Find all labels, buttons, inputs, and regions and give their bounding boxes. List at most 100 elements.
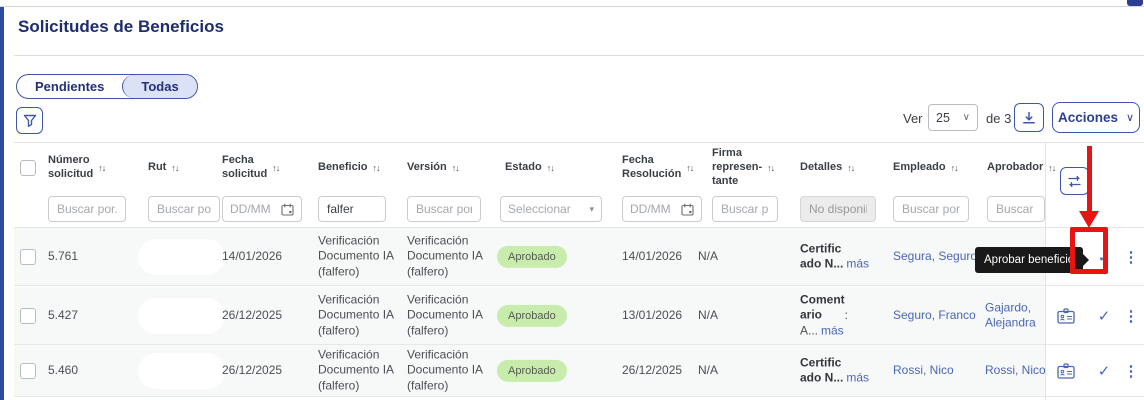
sort-icon[interactable]: ↑↓ xyxy=(98,163,105,173)
filter-estado: Seleccionar ▾ xyxy=(500,196,602,222)
cell-fecha-resolucion: 26/12/2025 xyxy=(622,363,682,379)
filter-numero xyxy=(48,196,126,222)
cell-estado: Aprobado xyxy=(497,359,567,381)
cell-aprobador-link[interactable]: Gajardo, Alejandra xyxy=(985,300,1047,331)
column-header-estado[interactable]: Estado ↑↓ xyxy=(505,146,585,190)
sort-icon[interactable]: ↑↓ xyxy=(452,163,459,173)
annotation-arrow-line xyxy=(1087,146,1092,212)
cell-fecha-solicitud: 14/01/2026 xyxy=(222,249,282,265)
sort-icon[interactable]: ↑↓ xyxy=(686,163,693,173)
cell-beneficio: Verificación Documento IA (falfero) xyxy=(318,292,404,339)
kebab-menu-icon[interactable]: ⋮ xyxy=(1125,307,1137,325)
cell-firma: N/A xyxy=(698,249,718,265)
download-button[interactable] xyxy=(1014,103,1044,132)
column-header-beneficio[interactable]: Beneficio ↑↓ xyxy=(318,146,402,190)
status-badge: Aprobado xyxy=(497,359,567,381)
column-header-fecha-solicitud[interactable]: Fecha solicitud ↑↓ xyxy=(222,146,310,190)
filter-firma-input[interactable] xyxy=(712,196,778,222)
sort-icon[interactable]: ↑↓ xyxy=(547,163,554,173)
approve-check-icon[interactable]: ✓ xyxy=(1095,362,1113,380)
column-header-aprobador[interactable]: Aprobador ↑↓ xyxy=(987,146,1062,190)
filter-numero-input[interactable] xyxy=(48,196,126,222)
cell-numero: 5.761 xyxy=(48,249,78,265)
sort-icon[interactable]: ↑↓ xyxy=(373,163,380,173)
filter-aprobador-input[interactable] xyxy=(987,196,1045,222)
filter-rut-input[interactable] xyxy=(148,196,220,222)
status-tab-group: Pendientes Todas xyxy=(16,74,198,99)
funnel-icon xyxy=(23,114,37,128)
cell-empleado-link[interactable]: Rossi, Nico xyxy=(893,363,954,379)
filter-fecha-solicitud-input[interactable]: DD/MM xyxy=(222,196,302,222)
sort-icon[interactable]: ↑↓ xyxy=(951,163,958,173)
filter-fecha-resolucion: DD/MM xyxy=(622,196,702,222)
cell-detalles: Certific ado N...más xyxy=(800,355,882,386)
column-header-numero[interactable]: Número solicitud ↑↓ xyxy=(48,146,148,190)
filter-version-input[interactable] xyxy=(407,196,481,222)
chevron-down-icon: ∨ xyxy=(1126,111,1134,124)
filter-aprobador xyxy=(987,196,1045,222)
filter-estado-select[interactable]: Seleccionar ▾ xyxy=(500,196,602,222)
id-card-icon[interactable] xyxy=(1057,363,1075,379)
cell-detalles: Coment ario: A...más xyxy=(800,292,882,339)
cell-beneficio: Verificación Documento IA (falfero) xyxy=(318,233,404,280)
cell-version: Verificación Documento IA (falfero) xyxy=(407,292,487,339)
annotation-highlight-rect xyxy=(1070,227,1108,274)
page-size-value: 25 xyxy=(936,111,950,125)
cell-detalles: Certific ado N...más xyxy=(800,241,882,272)
sort-icon[interactable]: ↑↓ xyxy=(767,163,774,173)
cell-numero: 5.460 xyxy=(48,363,78,379)
page-size-label: Ver xyxy=(903,111,923,126)
cell-fecha-resolucion: 13/01/2026 xyxy=(622,308,682,324)
sort-icon[interactable]: ↑↓ xyxy=(1048,163,1055,173)
column-header-firma[interactable]: Firma represen- tante ↑↓ xyxy=(712,146,784,190)
sort-icon[interactable]: ↑↓ xyxy=(171,163,178,173)
column-settings-button[interactable] xyxy=(1060,167,1089,195)
kebab-menu-icon[interactable]: ⋮ xyxy=(1125,248,1137,266)
tab-pendientes[interactable]: Pendientes xyxy=(17,75,122,98)
tab-todas[interactable]: Todas xyxy=(122,75,196,98)
column-header-detalles[interactable]: Detalles ↑↓ xyxy=(800,146,872,190)
row-checkbox[interactable] xyxy=(20,249,36,265)
benefits-requests-page: Solicitudes de Beneficios Pendientes Tod… xyxy=(0,0,1144,400)
actions-button-label: Acciones xyxy=(1058,110,1118,125)
filter-beneficio-input[interactable] xyxy=(318,196,386,222)
select-all-checkbox[interactable] xyxy=(20,160,36,176)
chevron-down-icon: ∨ xyxy=(963,112,970,123)
filter-fecha-resolucion-input[interactable]: DD/MM xyxy=(622,196,702,222)
filter-rut xyxy=(148,196,220,222)
status-badge: Aprobado xyxy=(497,245,567,267)
mas-link[interactable]: más xyxy=(846,257,869,271)
mas-link[interactable]: más xyxy=(846,371,869,385)
cell-firma: N/A xyxy=(698,308,718,324)
row-checkbox[interactable] xyxy=(20,363,36,379)
approve-tooltip: Aprobar beneficio xyxy=(975,247,1083,273)
sort-icon[interactable]: ↑↓ xyxy=(847,163,854,173)
table-row: 5.427 26/12/2025 Verificación Documento … xyxy=(14,287,1144,345)
cell-fecha-solicitud: 26/12/2025 xyxy=(222,363,282,379)
filter-beneficio xyxy=(318,196,386,222)
mas-link[interactable]: más xyxy=(821,323,844,337)
cell-fecha-resolucion: 14/01/2026 xyxy=(622,249,682,265)
filter-empleado xyxy=(893,196,969,222)
sort-icon[interactable]: ↑↓ xyxy=(272,163,279,173)
cell-empleado-link[interactable]: Segura, Seguro xyxy=(893,249,977,265)
cell-beneficio: Verificación Documento IA (falfero) xyxy=(318,347,404,394)
filter-fecha-solicitud: DD/MM xyxy=(222,196,302,222)
column-header-empleado[interactable]: Empleado ↑↓ xyxy=(893,146,971,190)
cell-empleado-link[interactable]: Seguro, Franco xyxy=(893,308,976,324)
column-header-rut[interactable]: Rut ↑↓ xyxy=(148,146,210,190)
kebab-menu-icon[interactable]: ⋮ xyxy=(1125,362,1137,380)
calendar-icon xyxy=(281,203,294,216)
id-card-icon[interactable] xyxy=(1057,308,1075,324)
filter-button[interactable] xyxy=(16,107,43,134)
row-checkbox[interactable] xyxy=(20,308,36,324)
column-header-version[interactable]: Versión ↑↓ xyxy=(407,146,483,190)
page-size-select[interactable]: 25 ∨ xyxy=(928,104,978,131)
cell-firma: N/A xyxy=(698,363,718,379)
column-header-fecha-resolucion[interactable]: Fecha Resolución ↑↓ xyxy=(622,146,712,190)
approve-check-icon[interactable]: ✓ xyxy=(1095,307,1113,325)
actions-button[interactable]: Acciones ∨ xyxy=(1052,102,1140,133)
cell-aprobador-link[interactable]: Rossi, Nico xyxy=(985,363,1046,379)
sliders-icon xyxy=(1067,174,1082,189)
filter-empleado-input[interactable] xyxy=(893,196,969,222)
